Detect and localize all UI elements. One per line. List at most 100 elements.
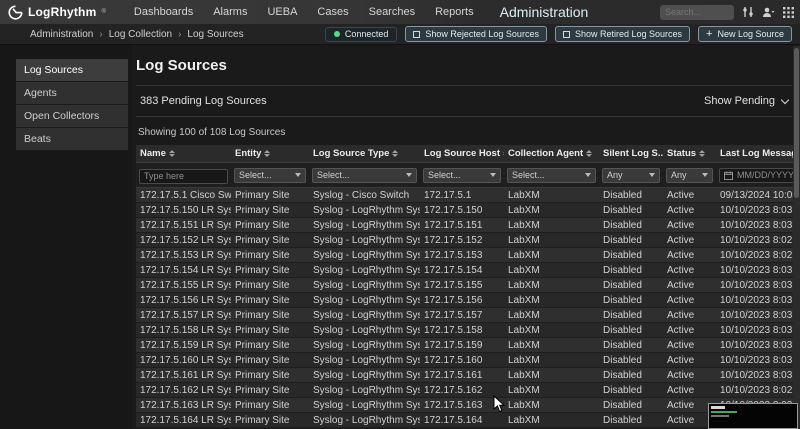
cell-silent: Disabled xyxy=(599,383,663,398)
cell-type: Syslog - LogRhythm Syslog Ge... xyxy=(309,413,420,428)
silent-log-source-filter-select[interactable]: Any xyxy=(602,168,660,183)
topnav-item-dashboards[interactable]: Dashboards xyxy=(124,0,203,24)
date-filter-input[interactable]: MM/DD/YYYY xyxy=(719,168,799,183)
search-input[interactable] xyxy=(665,7,729,17)
name-filter-input[interactable] xyxy=(139,169,228,184)
sidebar-item-beats[interactable]: Beats xyxy=(16,128,128,151)
table-row[interactable]: 172.17.5.157 LR Sysl...Primary SiteSyslo… xyxy=(136,308,800,323)
table-row[interactable]: 172.17.5.159 LR Sysl...Primary SiteSyslo… xyxy=(136,338,800,353)
topnav-item-searches[interactable]: Searches xyxy=(359,0,425,24)
cell-silent: Disabled xyxy=(599,293,663,308)
show-retired-label: Show Retired Log Sources xyxy=(575,29,682,39)
table-row[interactable]: 172.17.5.152 LR Sysl...Primary SiteSyslo… xyxy=(136,233,800,248)
calendar-icon xyxy=(724,171,733,180)
cell-entity: Primary Site xyxy=(231,338,309,353)
table-row[interactable]: 172.17.5.163 LR Sysl...Primary SiteSyslo… xyxy=(136,398,800,413)
topnav-item-alarms[interactable]: Alarms xyxy=(203,0,257,24)
show-rejected-log-sources-button[interactable]: Show Rejected Log Sources xyxy=(405,26,547,42)
cell-last: 10/10/2023 8:03 am xyxy=(716,218,800,233)
column-header-name[interactable]: Name xyxy=(136,145,231,163)
cell-entity: Primary Site xyxy=(231,188,309,203)
cell-agent: LabXM xyxy=(504,413,599,428)
breadcrumb-log-collection[interactable]: Log Collection xyxy=(109,29,172,40)
new-log-source-button[interactable]: + New Log Source xyxy=(698,26,792,42)
sidebar-item-open-collectors[interactable]: Open Collectors xyxy=(16,105,128,128)
topnav-item-reports[interactable]: Reports xyxy=(425,0,484,24)
table-row[interactable]: 172.17.5.153 LR Sysl...Primary SiteSyslo… xyxy=(136,248,800,263)
cell-silent: Disabled xyxy=(599,413,663,428)
column-header-entity[interactable]: Entity xyxy=(231,145,309,163)
caret-down-icon xyxy=(406,173,412,177)
table-row[interactable]: 172.17.5.156 LR Sysl...Primary SiteSyslo… xyxy=(136,293,800,308)
cell-status: Active xyxy=(663,248,716,263)
table-row[interactable]: 172.17.5.164 LR Sysl...Primary SiteSyslo… xyxy=(136,413,800,428)
column-header-log-source-host[interactable]: Log Source Host xyxy=(420,145,504,163)
table-row[interactable]: 172.17.5.151 LR Sysl...Primary SiteSyslo… xyxy=(136,218,800,233)
log-sources-table: Name Entity Log Source Type Log Source H… xyxy=(136,145,800,428)
topnav-item-cases[interactable]: Cases xyxy=(307,0,358,24)
entity-filter-select[interactable]: Select... xyxy=(234,168,306,183)
cell-last: 10/10/2023 8:03 am xyxy=(716,278,800,293)
cell-silent: Disabled xyxy=(599,218,663,233)
vertical-scrollbar[interactable] xyxy=(793,46,800,429)
cell-name: 172.17.5.161 LR Sysl... xyxy=(136,368,231,383)
column-header-collection-agent[interactable]: Collection Agent xyxy=(504,145,599,163)
search-filters-icon[interactable] xyxy=(742,6,754,18)
table-row[interactable]: 172.17.5.160 LR Sysl...Primary SiteSyslo… xyxy=(136,353,800,368)
show-retired-log-sources-button[interactable]: Show Retired Log Sources xyxy=(555,26,690,42)
cell-silent: Disabled xyxy=(599,353,663,368)
pip-terminal-overlay xyxy=(708,403,798,429)
connected-status-badge: Connected xyxy=(325,27,398,42)
cell-host: 172.17.5.156 xyxy=(420,293,504,308)
show-pending-toggle[interactable]: Show Pending xyxy=(704,95,788,107)
topnav-item-ueba[interactable]: UEBA xyxy=(257,0,307,24)
table-row[interactable]: 172.17.5.150 LR Sysl...Primary SiteSyslo… xyxy=(136,203,800,218)
column-header-last-log-message[interactable]: Last Log Message xyxy=(716,145,800,163)
cell-type: Syslog - LogRhythm Syslog Ge... xyxy=(309,383,420,398)
cell-silent: Disabled xyxy=(599,233,663,248)
pip-decoration xyxy=(711,415,729,417)
logrhythm-logo[interactable]: LogRhythm ® xyxy=(8,5,106,20)
apps-grid-icon[interactable] xyxy=(783,7,794,18)
showing-count-label: Showing 100 of 108 Log Sources xyxy=(138,127,792,138)
table-row[interactable]: 172.17.5.154 LR Sysl...Primary SiteSyslo… xyxy=(136,263,800,278)
log-source-host-filter-select[interactable]: Select... xyxy=(423,168,501,183)
table-row[interactable]: 172.17.5.161 LR Sysl...Primary SiteSyslo… xyxy=(136,368,800,383)
table-row[interactable]: 172.17.5.1 Cisco Swit...Primary SiteSysl… xyxy=(136,188,800,203)
log-source-type-filter-select[interactable]: Select... xyxy=(312,168,417,183)
breadcrumb: Administration › Log Collection › Log So… xyxy=(30,29,244,40)
global-search[interactable] xyxy=(660,5,734,20)
table-header-row: Name Entity Log Source Type Log Source H… xyxy=(136,145,800,163)
column-header-log-source-type[interactable]: Log Source Type xyxy=(309,145,420,163)
cell-silent: Disabled xyxy=(599,323,663,338)
topnav-menu: DashboardsAlarmsUEBACasesSearchesReports xyxy=(124,0,484,24)
cell-agent: LabXM xyxy=(504,308,599,323)
user-menu-icon[interactable] xyxy=(762,6,775,18)
table-row[interactable]: 172.17.5.162 LR Sysl...Primary SiteSyslo… xyxy=(136,383,800,398)
collection-agent-filter-select[interactable]: Select... xyxy=(507,168,596,183)
breadcrumb-log-sources[interactable]: Log Sources xyxy=(187,29,243,40)
cell-entity: Primary Site xyxy=(231,323,309,338)
table-body: 172.17.5.1 Cisco Swit...Primary SiteSysl… xyxy=(136,188,800,428)
content-area: Log SourcesAgentsOpen CollectorsBeats Lo… xyxy=(0,45,800,429)
cell-silent: Disabled xyxy=(599,263,663,278)
topnav-item-administration[interactable]: Administration xyxy=(500,4,589,20)
table-row[interactable]: 172.17.5.158 LR Sysl...Primary SiteSyslo… xyxy=(136,323,800,338)
breadcrumb-administration[interactable]: Administration xyxy=(30,29,93,40)
cell-host: 172.17.5.150 xyxy=(420,203,504,218)
cell-name: 172.17.5.156 LR Sysl... xyxy=(136,293,231,308)
sidebar-item-log-sources[interactable]: Log Sources xyxy=(16,59,128,82)
show-pending-label: Show Pending xyxy=(704,95,775,107)
column-header-status[interactable]: Status xyxy=(663,145,716,163)
cell-name: 172.17.5.160 LR Sysl... xyxy=(136,353,231,368)
scrollbar-thumb[interactable] xyxy=(794,48,799,198)
column-header-silent-log-source[interactable]: Silent Log S... xyxy=(599,145,663,163)
status-filter-select[interactable]: Any xyxy=(666,168,713,183)
cell-agent: LabXM xyxy=(504,383,599,398)
sidebar-item-agents[interactable]: Agents xyxy=(16,82,128,105)
plus-icon: + xyxy=(706,29,712,40)
cell-silent: Disabled xyxy=(599,203,663,218)
table-filter-row: Select... Select... Select... Select... … xyxy=(136,163,800,188)
table-row[interactable]: 172.17.5.155 LR Sysl...Primary SiteSyslo… xyxy=(136,278,800,293)
cell-name: 172.17.5.158 LR Sysl... xyxy=(136,323,231,338)
